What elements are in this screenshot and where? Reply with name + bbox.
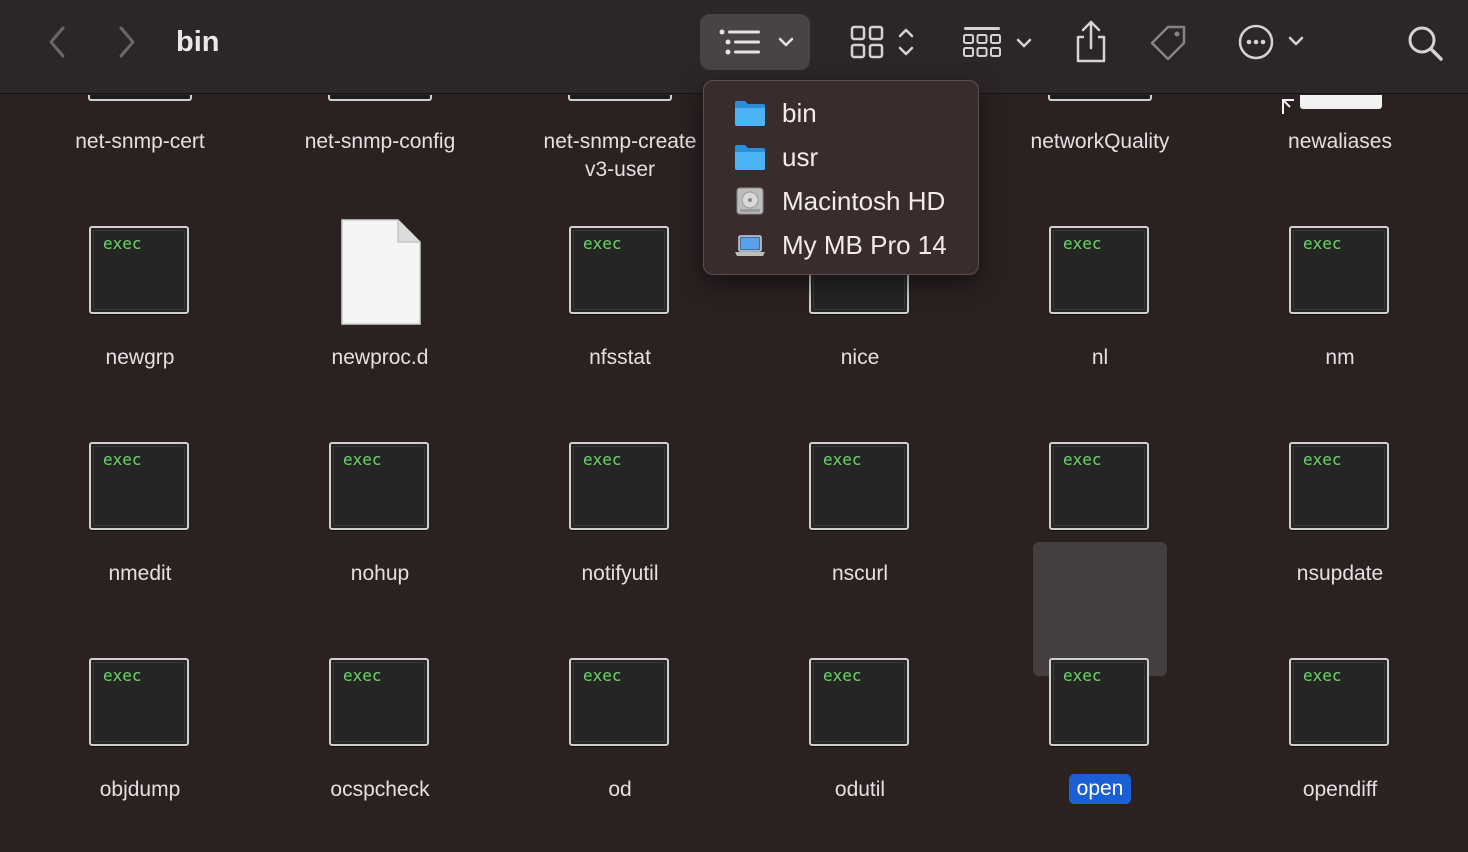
executable-icon: exec xyxy=(1289,658,1389,746)
chevron-left-icon xyxy=(49,26,65,58)
file-name: od xyxy=(608,778,632,801)
selection-highlight xyxy=(1033,542,1167,676)
laptop-icon xyxy=(735,235,765,256)
path-menu-item-macintosh-hd[interactable]: Macintosh HD xyxy=(734,183,945,219)
search-button[interactable] xyxy=(1402,20,1448,66)
search-icon xyxy=(1408,26,1443,61)
path-menu-item-label: My MB Pro 14 xyxy=(782,229,947,260)
icon-view-button[interactable] xyxy=(840,18,920,66)
file-name: nm xyxy=(1325,346,1355,369)
file-name: nice xyxy=(840,346,880,369)
view-mode-button[interactable] xyxy=(700,14,810,70)
executable-icon: exec xyxy=(1049,226,1149,314)
file-name: notifyutil xyxy=(581,562,659,585)
file-name: net-snmp-config xyxy=(304,130,456,153)
file-icon-partial xyxy=(88,95,192,101)
executable-icon: exec xyxy=(89,442,189,530)
more-actions-button[interactable] xyxy=(1232,18,1312,66)
file-name: nfsstat xyxy=(589,346,651,369)
path-menu-item-label: bin xyxy=(782,97,817,128)
folder-icon xyxy=(735,101,765,126)
file-name: newgrp xyxy=(105,346,175,369)
executable-icon: exec xyxy=(809,442,909,530)
file-icon-partial xyxy=(328,95,432,101)
tag-icon xyxy=(1150,25,1186,61)
executable-icon: exec xyxy=(89,226,189,314)
file-icon-partial xyxy=(1048,95,1152,101)
forward-button[interactable] xyxy=(110,24,144,60)
share-icon xyxy=(1076,20,1106,63)
file-name: objdump xyxy=(99,778,181,801)
path-menu-item-label: Macintosh HD xyxy=(782,185,946,216)
path-menu-item-my-mb-pro-14[interactable]: My MB Pro 14 xyxy=(734,227,947,263)
file-name-selected: open xyxy=(1068,774,1132,804)
executable-icon: exec xyxy=(809,658,909,746)
executable-icon: exec xyxy=(329,658,429,746)
chevron-right-icon xyxy=(119,26,135,58)
file-name: net-snmp-cert xyxy=(75,130,205,153)
file-name: nmedit xyxy=(108,562,172,585)
file-name: nohup xyxy=(350,562,410,585)
executable-icon: exec xyxy=(1289,226,1389,314)
executable-icon: exec xyxy=(569,658,669,746)
file-name: nsupdate xyxy=(1296,562,1384,585)
file-name: nl xyxy=(1091,346,1109,369)
tag-button[interactable] xyxy=(1146,18,1192,66)
file-icon-partial xyxy=(568,95,672,101)
file-name: odutil xyxy=(834,778,886,801)
finder-window: bin net-snmp-cert net-snmp-config net-sn… xyxy=(0,0,1468,852)
window-title: bin xyxy=(176,26,220,58)
file-name: nscurl xyxy=(831,562,889,585)
file-name: ocspcheck xyxy=(330,778,430,801)
file-name: newaliases xyxy=(1288,130,1392,153)
alias-arrow-icon xyxy=(1282,99,1294,114)
executable-icon: exec xyxy=(569,442,669,530)
executable-icon: exec xyxy=(89,658,189,746)
group-icon xyxy=(963,27,1032,57)
file-name: networkQuality xyxy=(1030,130,1170,153)
icon-view-icon xyxy=(850,25,914,59)
file-name: opendiff xyxy=(1302,778,1378,801)
document-icon-partial xyxy=(1300,95,1382,109)
file-name: newproc.d xyxy=(331,346,429,369)
folder-icon xyxy=(735,145,765,170)
path-menu: bin usr Macintosh HD My MB Pro 14 xyxy=(703,80,979,275)
chevron-down-icon xyxy=(778,37,794,47)
ellipsis-circle-icon xyxy=(1238,24,1304,60)
executable-icon: exec xyxy=(569,226,669,314)
list-view-icon xyxy=(719,29,760,55)
path-menu-item-bin[interactable]: bin xyxy=(734,95,817,131)
path-menu-item-label: usr xyxy=(782,141,819,172)
executable-icon: exec xyxy=(1049,658,1149,746)
share-button[interactable] xyxy=(1068,16,1114,68)
executable-icon: exec xyxy=(329,442,429,530)
group-button[interactable] xyxy=(956,18,1036,66)
executable-icon: exec xyxy=(1049,442,1149,530)
hard-disk-icon xyxy=(736,187,764,215)
path-menu-item-usr[interactable]: usr xyxy=(734,139,818,175)
back-button[interactable] xyxy=(40,24,74,60)
document-icon xyxy=(341,219,421,325)
executable-icon: exec xyxy=(1289,442,1389,530)
